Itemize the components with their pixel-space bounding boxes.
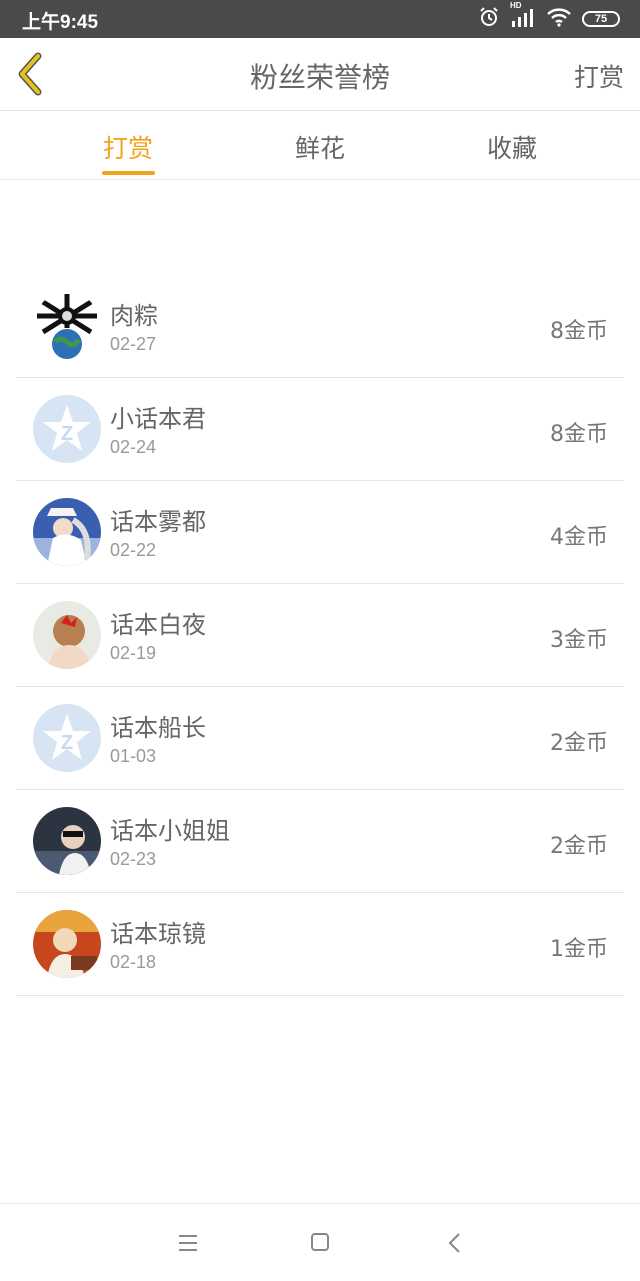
active-tab-indicator (102, 171, 155, 175)
reward-amount: 2金币 (550, 834, 608, 859)
reward-amount: 2金币 (550, 731, 608, 756)
avatar (33, 498, 101, 566)
list-item[interactable]: 话本小姐姐 02-23 2金币 (16, 790, 624, 893)
reward-amount: 8金币 (550, 319, 608, 344)
user-name: 肉粽 (110, 302, 158, 330)
reward-amount: 3金币 (550, 628, 608, 653)
system-navigation-bar (0, 1203, 640, 1281)
chevron-left-icon (448, 1233, 460, 1253)
reward-date: 02-18 (110, 952, 157, 972)
back-button[interactable] (10, 52, 54, 96)
list-item[interactable]: Z 话本船长 01-03 2金币 (16, 687, 624, 790)
reward-date: 02-27 (110, 334, 157, 354)
avatar (33, 292, 101, 360)
tab-flowers[interactable]: 鲜花 (260, 129, 380, 179)
reward-date: 01-03 (110, 746, 157, 766)
battery-icon: 75 (582, 11, 620, 27)
cellular-signal-icon: HD (510, 1, 536, 32)
home-square-icon (311, 1233, 329, 1251)
user-name: 话本白夜 (110, 611, 206, 639)
reward-button[interactable]: 打赏 (574, 58, 624, 94)
user-name: 话本小姐姐 (110, 817, 230, 845)
avatar: Z (33, 704, 101, 772)
reward-amount: 4金币 (550, 525, 608, 550)
reward-date: 02-24 (110, 437, 157, 457)
list-item[interactable]: Z 小话本君 02-24 8金币 (16, 378, 624, 481)
chevron-left-icon (18, 52, 42, 96)
wifi-icon (546, 7, 572, 31)
alarm-icon (478, 6, 500, 32)
status-icons: HD 75 (478, 1, 620, 32)
fan-ranking-list: 肉粽 02-27 8金币 Z 小话本君 02-24 8金币 话本雾都 02-22… (16, 275, 624, 996)
network-label: HD (510, 1, 522, 10)
list-item[interactable]: 话本雾都 02-22 4金币 (16, 481, 624, 584)
reward-amount: 8金币 (550, 422, 608, 447)
user-name: 话本雾都 (110, 508, 206, 536)
user-name: 小话本君 (110, 405, 206, 433)
default-avatar-icon: Z (33, 704, 101, 772)
list-item[interactable]: 话本琼镜 02-18 1金币 (16, 893, 624, 996)
status-time: 上午9:45 (22, 12, 99, 33)
menu-icon (179, 1235, 197, 1251)
status-bar: 上午9:45 HD 75 (0, 0, 640, 38)
reward-date: 02-22 (110, 540, 157, 560)
home-button[interactable] (305, 1230, 335, 1256)
avatar (33, 601, 101, 669)
avatar (33, 910, 101, 978)
page-title: 粉丝荣誉榜 (249, 61, 390, 94)
avatar: Z (33, 395, 101, 463)
reward-date: 02-23 (110, 849, 157, 869)
default-avatar-icon: Z (33, 395, 101, 463)
reward-date: 02-19 (110, 643, 157, 663)
avatar (33, 807, 101, 875)
list-item[interactable]: 话本白夜 02-19 3金币 (16, 584, 624, 687)
tab-favorites[interactable]: 收藏 (452, 129, 572, 179)
svg-text:Z: Z (61, 732, 73, 754)
top-nav-bar: 粉丝荣誉榜 打赏 (0, 38, 640, 111)
tab-bar: 打赏 鲜花 收藏 (0, 111, 640, 180)
system-back-button[interactable] (440, 1230, 470, 1256)
menu-button[interactable] (173, 1230, 203, 1256)
reward-amount: 1金币 (550, 937, 608, 962)
list-item[interactable]: 肉粽 02-27 8金币 (16, 275, 624, 378)
user-name: 话本船长 (110, 714, 206, 742)
svg-text:Z: Z (61, 423, 73, 445)
user-name: 话本琼镜 (110, 920, 206, 948)
